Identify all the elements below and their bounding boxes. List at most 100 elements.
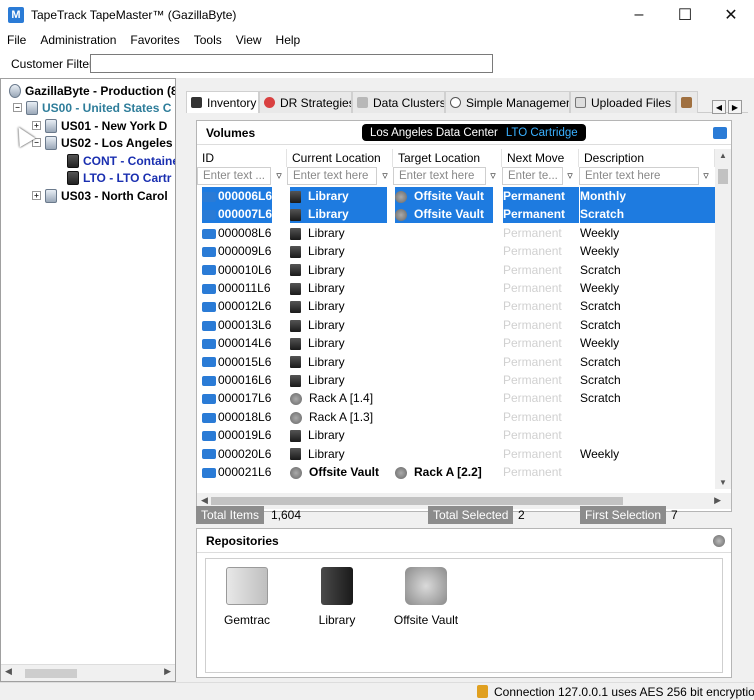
grid-vertical-scrollbar[interactable]: ▲ ▼ [715, 149, 731, 489]
table-cell[interactable]: 000012L6 [202, 297, 272, 315]
table-cell[interactable]: Permanent [503, 224, 579, 242]
table-cell[interactable]: Library [290, 371, 387, 389]
table-cell[interactable]: Offsite Vault [290, 463, 387, 481]
table-row[interactable]: 000021L6 Offsite Vault Rack A [2.2] Permane… [197, 463, 715, 481]
table-row[interactable]: 000009L6 Library Permanent Weekly [197, 242, 715, 260]
scroll-down-icon[interactable]: ▼ [719, 478, 727, 487]
tab-uploaded-files[interactable]: Uploaded Files [570, 91, 676, 113]
table-cell[interactable]: Permanent [503, 463, 579, 481]
table-row[interactable]: 000007L6 Library Offsite Vault Permanent Scr… [197, 205, 715, 224]
table-cell[interactable]: 000010L6 [202, 261, 272, 279]
table-cell[interactable]: Permanent [503, 445, 579, 463]
tab-overflow[interactable] [676, 91, 698, 113]
tab-dr-strategies[interactable]: DR Strategies [259, 91, 352, 113]
tree-node-lto[interactable]: LTO - LTO Cartr [67, 169, 171, 186]
table-row[interactable]: 000012L6 Library Permanent Scratch [197, 297, 715, 315]
column-header-next-move[interactable]: Next Move [502, 149, 579, 167]
table-cell[interactable]: 000020L6 [202, 445, 272, 463]
column-header-description[interactable]: Description [579, 149, 715, 167]
table-cell[interactable]: 000009L6 [202, 242, 272, 260]
menu-favorites[interactable]: Favorites [123, 33, 186, 47]
table-cell[interactable]: 000015L6 [202, 353, 272, 371]
table-row[interactable]: 000006L6 Library Offsite Vault Permanent Mon… [197, 187, 715, 205]
scroll-right-icon[interactable]: ▶ [164, 666, 171, 677]
table-cell[interactable]: Permanent [503, 353, 579, 371]
table-cell[interactable]: Library [290, 205, 387, 224]
filter-funnel-icon[interactable]: ▿ [699, 168, 713, 184]
table-cell[interactable]: Weekly [580, 334, 715, 352]
column-header-target-location[interactable]: Target Location [393, 149, 502, 167]
filter-input-id[interactable]: Enter text ... [197, 167, 271, 185]
filter-funnel-icon[interactable]: ▿ [272, 168, 286, 184]
table-cell[interactable]: 000021L6 [202, 463, 272, 481]
table-cell[interactable]: Library [290, 297, 387, 315]
filter-funnel-icon[interactable]: ▿ [378, 168, 392, 184]
table-cell[interactable]: Permanent [503, 426, 579, 444]
table-row[interactable]: 000018L6 Rack A [1.3] Permanent [197, 408, 715, 426]
table-cell[interactable]: Permanent [503, 187, 579, 205]
vault-icon[interactable] [713, 535, 725, 547]
menu-tools[interactable]: Tools [187, 33, 229, 47]
expand-icon[interactable]: + [32, 121, 41, 130]
table-cell[interactable]: Permanent [503, 334, 579, 352]
scroll-left-icon[interactable]: ◀ [201, 495, 208, 506]
scroll-left-icon[interactable]: ◀ [5, 666, 12, 677]
menu-help[interactable]: Help [269, 33, 308, 47]
table-cell[interactable]: 000016L6 [202, 371, 272, 389]
tree-node-gazillabyte[interactable]: GazillaByte - Production (8 [9, 82, 175, 99]
table-cell[interactable]: 000018L6 [202, 408, 272, 426]
table-cell[interactable]: Weekly [580, 242, 715, 260]
collapse-icon[interactable]: − [13, 103, 22, 112]
table-cell[interactable]: Offsite Vault [395, 205, 493, 224]
tree-node-cont[interactable]: CONT - Containe [67, 152, 175, 169]
table-cell[interactable]: Scratch [580, 261, 715, 279]
table-cell[interactable]: Library [290, 426, 387, 444]
table-cell[interactable]: Library [290, 261, 387, 279]
table-cell[interactable]: Permanent [503, 205, 579, 224]
scroll-thumb[interactable] [25, 669, 77, 678]
tree-node-us02[interactable]: − US02 - Los Angeles [32, 134, 173, 151]
table-cell[interactable]: Permanent [503, 316, 579, 334]
menu-view[interactable]: View [229, 33, 269, 47]
table-cell[interactable]: Permanent [503, 389, 579, 407]
scroll-up-icon[interactable]: ▲ [719, 151, 727, 160]
table-cell[interactable]: 000006L6 [202, 187, 272, 205]
table-cell[interactable]: Permanent [503, 408, 579, 426]
table-cell[interactable]: Library [290, 224, 387, 242]
repository-gemtrac[interactable]: Gemtrac [210, 567, 284, 627]
table-cell[interactable]: Weekly [580, 279, 715, 297]
table-cell[interactable]: Scratch [580, 316, 715, 334]
tree-node-us01[interactable]: + US01 - New York D [32, 117, 167, 134]
tree-node-us00[interactable]: − US00 - United States C [13, 99, 171, 116]
table-row[interactable]: 000014L6 Library Permanent Weekly [197, 334, 715, 352]
table-cell[interactable]: Library [290, 334, 387, 352]
table-cell[interactable]: Weekly [580, 445, 715, 463]
table-row[interactable]: 000013L6 Library Permanent Scratch [197, 316, 715, 334]
table-cell[interactable]: Library [290, 279, 387, 297]
scroll-thumb[interactable] [718, 169, 728, 184]
column-header-current-location[interactable]: Current Location [287, 149, 393, 167]
table-row[interactable]: 000016L6 Library Permanent Scratch [197, 371, 715, 389]
repository-library[interactable]: Library [300, 567, 374, 627]
filter-input-next-move[interactable]: Enter te... [502, 167, 563, 185]
table-cell[interactable]: Rack A [1.3] [290, 408, 387, 426]
table-cell[interactable]: Rack A [1.4] [290, 389, 387, 407]
table-cell[interactable]: Library [290, 187, 387, 205]
tab-data-clusters[interactable]: Data Clusters [352, 91, 445, 113]
table-cell[interactable]: Scratch [580, 205, 715, 224]
table-cell[interactable]: 000014L6 [202, 334, 272, 352]
table-cell[interactable]: Offsite Vault [395, 187, 493, 205]
table-row[interactable]: 000011L6 Library Permanent Weekly [197, 279, 715, 297]
filter-input-current-location[interactable]: Enter text here [287, 167, 377, 185]
volume-icon[interactable] [713, 127, 727, 139]
table-cell[interactable]: Scratch [580, 389, 715, 407]
close-button[interactable]: ✕ [708, 0, 754, 30]
tab-scroll-right-icon[interactable]: ▶ [728, 100, 742, 114]
filter-funnel-icon[interactable]: ▿ [563, 168, 577, 184]
table-cell[interactable]: Scratch [580, 371, 715, 389]
table-cell[interactable]: Weekly [580, 224, 715, 242]
table-cell[interactable]: 000013L6 [202, 316, 272, 334]
table-row[interactable]: 000019L6 Library Permanent [197, 426, 715, 444]
tab-scroll-left-icon[interactable]: ◀ [712, 100, 726, 114]
table-cell[interactable]: Scratch [580, 297, 715, 315]
